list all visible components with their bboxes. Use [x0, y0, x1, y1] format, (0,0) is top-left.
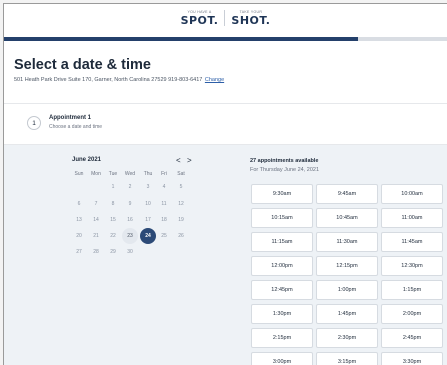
booking-page: YOU HAVE A SPOT. TAKE YOUR SHOT. Select … [3, 3, 447, 365]
calendar-day: 5 [179, 184, 183, 190]
logo-right-word: SHOT. [231, 14, 271, 27]
calendar-day: 26 [178, 233, 184, 239]
appointment-title: Appointment 1 [49, 115, 91, 121]
calendar-day: 18 [161, 217, 167, 223]
progress-bar-fill [4, 37, 359, 41]
progress-bar [4, 37, 447, 41]
time-slot-button[interactable]: 2:30pm [316, 328, 378, 348]
calendar-day: 22 [110, 233, 116, 239]
location-address: 501 Heath Park Drive Suite 170, Garner, … [14, 77, 224, 83]
weekday-label: Tue [108, 171, 118, 177]
calendar-day: 15 [110, 217, 116, 223]
time-slot-button[interactable]: 3:30pm [381, 352, 443, 365]
availability-count: 27 appointments available [250, 158, 319, 164]
time-slot-button[interactable]: 11:00am [381, 208, 443, 228]
time-slot-button[interactable]: 10:00am [381, 184, 443, 204]
logo-divider [224, 10, 226, 26]
time-slot-button[interactable]: 12:15pm [316, 256, 378, 276]
prev-month-button[interactable]: < [176, 156, 181, 165]
weekday-label: Wed [124, 171, 136, 177]
address-text: 501 Heath Park Drive Suite 170, Garner, … [14, 77, 203, 83]
calendar-day: 9 [128, 201, 132, 207]
time-slot-button[interactable]: 12:00pm [251, 256, 313, 276]
time-slot-button[interactable]: 11:45am [381, 232, 443, 252]
calendar-day: 20 [76, 233, 82, 239]
calendar-day: 13 [76, 217, 82, 223]
calendar-day: 17 [145, 217, 151, 223]
time-slot-button[interactable]: 1:30pm [251, 304, 313, 324]
calendar-day: 12 [178, 201, 184, 207]
header: YOU HAVE A SPOT. TAKE YOUR SHOT. [4, 4, 447, 37]
time-slot-button[interactable]: 1:15pm [381, 280, 443, 300]
page-title: Select a date & time [14, 57, 151, 73]
next-month-button[interactable]: > [187, 156, 192, 165]
calendar-day: 7 [94, 201, 98, 207]
calendar-day: 3 [146, 184, 150, 190]
appointment-number-badge: 1 [27, 116, 41, 130]
calendar-day: 4 [162, 184, 166, 190]
calendar-day: 21 [93, 233, 99, 239]
time-slot-button[interactable]: 3:15pm [316, 352, 378, 365]
weekday-label: Sun [74, 171, 84, 177]
time-slot-button[interactable]: 1:45pm [316, 304, 378, 324]
time-slot-button[interactable]: 11:30am [316, 232, 378, 252]
calendar-day: 19 [178, 217, 184, 223]
time-slot-button[interactable]: 9:45am [316, 184, 378, 204]
time-slot-button[interactable]: 12:30pm [381, 256, 443, 276]
calendar-day: 8 [111, 201, 115, 207]
weekday-label: Sat [177, 171, 185, 177]
time-slot-button[interactable]: 12:45pm [251, 280, 313, 300]
calendar-day: 11 [161, 201, 167, 207]
logo-left: YOU HAVE A SPOT. [180, 10, 219, 27]
time-slot-button[interactable]: 2:15pm [251, 328, 313, 348]
calendar-day: 16 [127, 217, 133, 223]
time-slot-button[interactable]: 11:15am [251, 232, 313, 252]
calendar-day[interactable]: 23 [122, 228, 138, 244]
availability-date: For Thursday June 24, 2021 [250, 167, 319, 173]
calendar-day: 28 [93, 249, 99, 255]
time-slot-button[interactable]: 10:45am [316, 208, 378, 228]
time-slot-button[interactable]: 1:00pm [316, 280, 378, 300]
calendar-day-selected[interactable]: 24 [140, 228, 156, 244]
time-slot-button[interactable]: 2:45pm [381, 328, 443, 348]
appointment-subtitle: Choose a date and time [49, 124, 103, 130]
calendar-day: 29 [110, 249, 116, 255]
calendar-day: 1 [111, 184, 115, 190]
calendar-day: 10 [145, 201, 151, 207]
time-slot-button[interactable]: 9:30am [251, 184, 313, 204]
logo-right: TAKE YOUR SHOT. [231, 10, 271, 27]
weekday-label: Mon [91, 171, 101, 177]
calendar-day: 30 [127, 249, 133, 255]
weekday-label: Fri [161, 171, 167, 177]
time-slot-button[interactable]: 10:15am [251, 208, 313, 228]
logo-left-word: SPOT. [180, 14, 219, 27]
calendar-day: 25 [161, 233, 167, 239]
divider [4, 103, 447, 104]
time-slot-button[interactable]: 2:00pm [381, 304, 443, 324]
calendar-day: 2 [128, 184, 132, 190]
calendar-day: 27 [76, 249, 82, 255]
calendar-day: 6 [77, 201, 81, 207]
calendar-month-label: June 2021 [72, 157, 102, 163]
calendar-day: 14 [93, 217, 99, 223]
weekday-label: Thu [143, 171, 153, 177]
time-slot-button[interactable]: 3:00pm [251, 352, 313, 365]
logo[interactable]: YOU HAVE A SPOT. TAKE YOUR SHOT. [4, 10, 447, 26]
change-location-link[interactable]: Change [205, 77, 224, 83]
